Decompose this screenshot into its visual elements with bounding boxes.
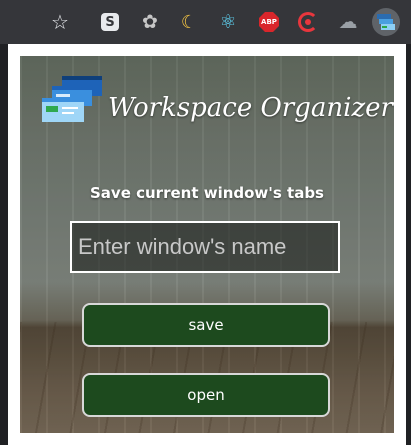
bookmark-star-icon[interactable]: ☆ bbox=[46, 8, 74, 36]
workspace-logo-icon bbox=[42, 76, 102, 122]
window-name-input[interactable] bbox=[70, 221, 340, 273]
save-button[interactable]: save bbox=[82, 303, 330, 347]
s-extension-button[interactable]: S bbox=[96, 8, 124, 36]
fan-extension-icon[interactable]: ✿ bbox=[136, 8, 164, 36]
target-extension-button[interactable] bbox=[294, 8, 322, 36]
save-section-heading: Save current window's tabs bbox=[90, 184, 324, 202]
app-title: Workspace Organizer bbox=[108, 93, 393, 123]
target-extension-icon bbox=[298, 12, 318, 32]
workspace-organizer-extension-button[interactable] bbox=[372, 8, 400, 36]
react-devtools-icon[interactable]: ⚛ bbox=[214, 8, 242, 36]
extension-popup: Workspace Organizer Save current window'… bbox=[8, 44, 406, 445]
popup-content: Workspace Organizer Save current window'… bbox=[20, 56, 394, 433]
cloud-extension-icon[interactable]: ☁ bbox=[334, 8, 362, 36]
s-extension-icon: S bbox=[101, 13, 119, 31]
adblock-plus-icon: ABP bbox=[259, 12, 279, 32]
workspace-organizer-icon bbox=[377, 14, 395, 30]
moon-extension-icon[interactable]: ☾ bbox=[175, 8, 203, 36]
adblock-plus-button[interactable]: ABP bbox=[255, 8, 283, 36]
open-button[interactable]: open bbox=[82, 373, 330, 417]
browser-toolbar: ☆ S ✿ ☾ ⚛ ABP ☁ bbox=[0, 0, 411, 44]
popup-background: Workspace Organizer Save current window'… bbox=[20, 56, 394, 433]
